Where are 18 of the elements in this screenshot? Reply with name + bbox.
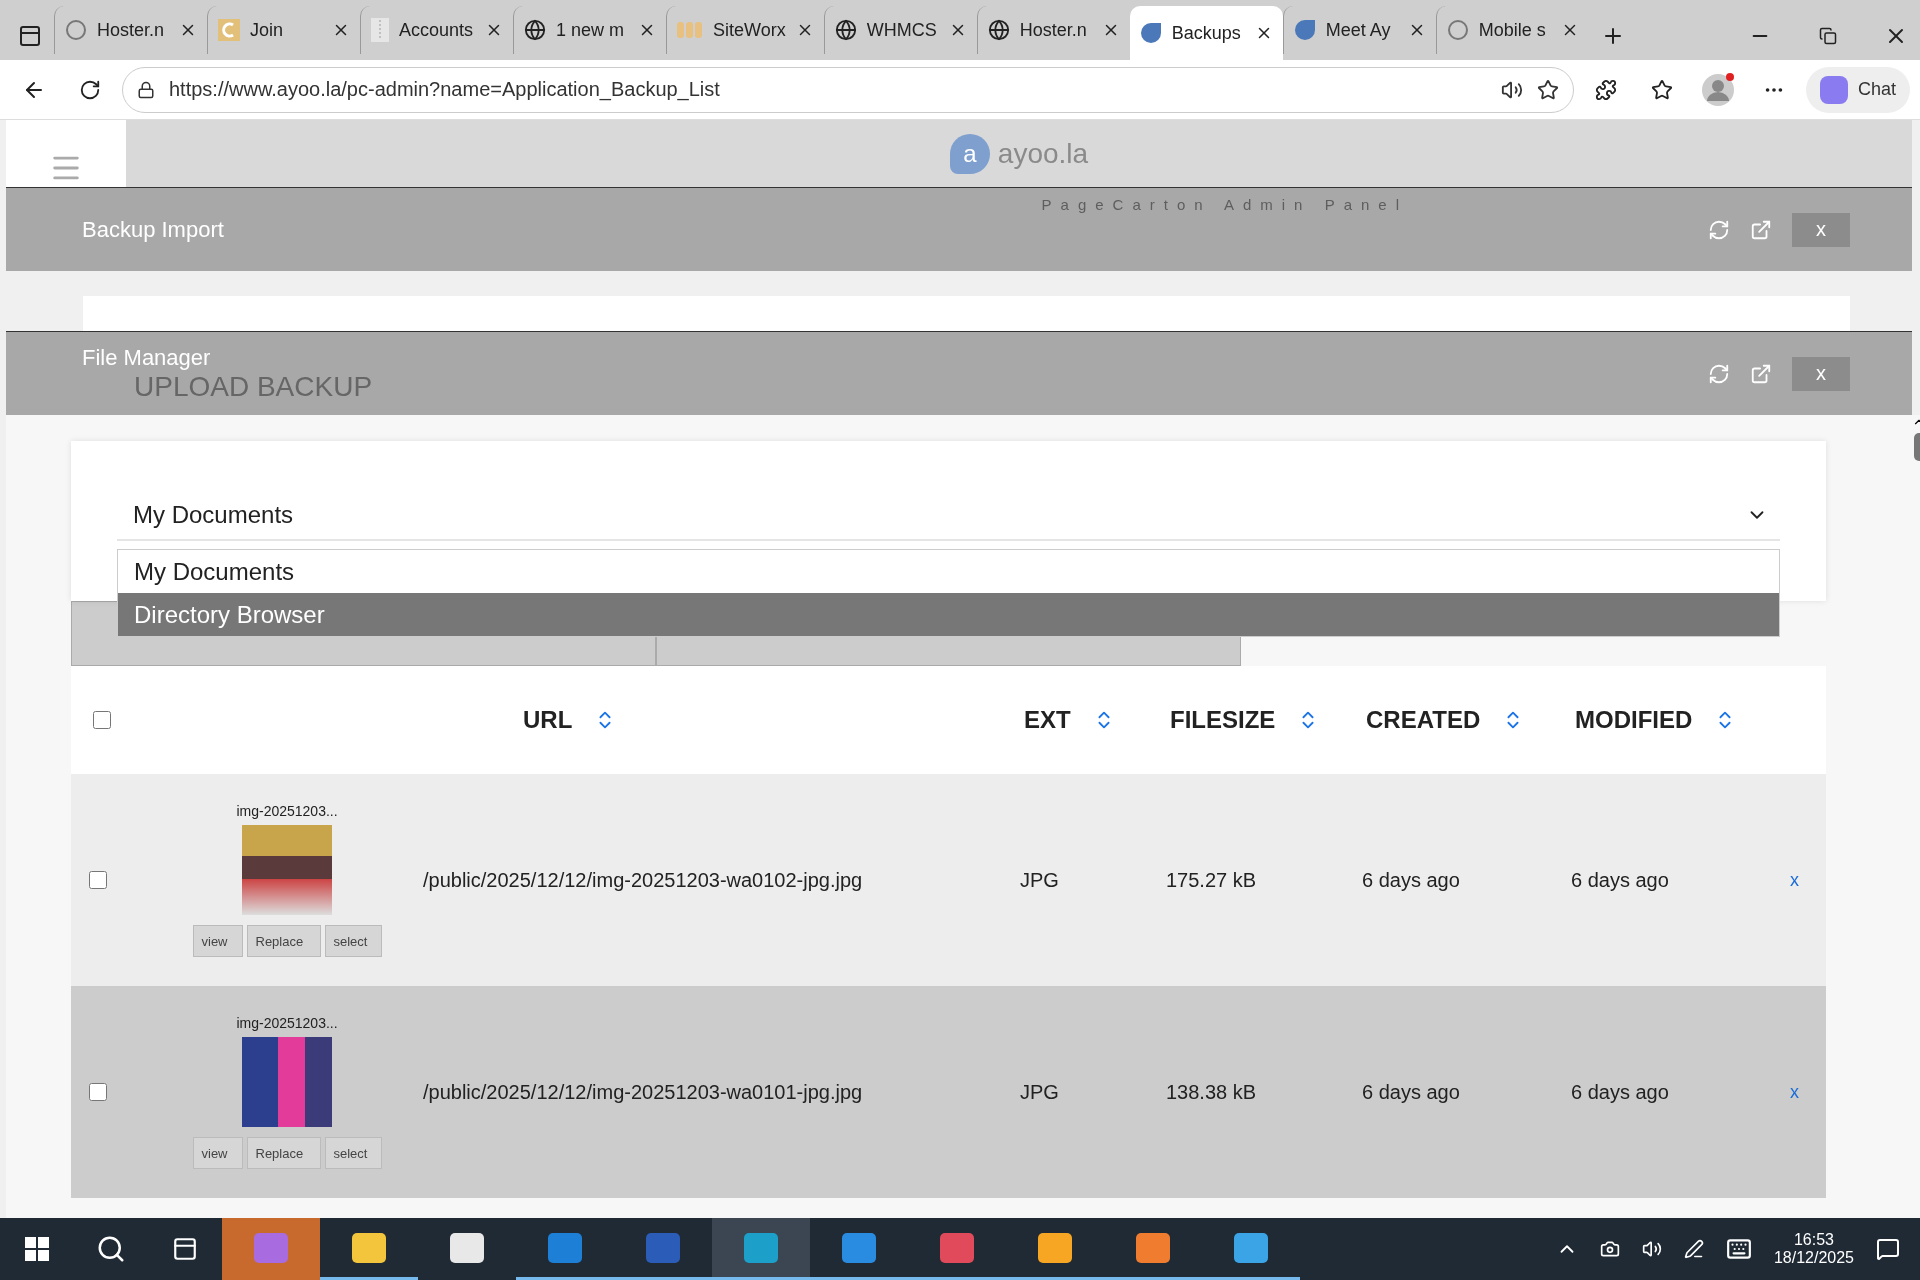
filesize-cell-text: 138.38 kB [1166, 1080, 1258, 1104]
filesize-cell-text: 175.27 kB [1166, 868, 1258, 892]
modified-cell-text: 6 days ago [1571, 1080, 1670, 1104]
admin-subtitle: PageCarton Admin Panel [1041, 196, 1408, 213]
logo-text: ayoo.la [997, 137, 1089, 170]
url-cell-text: /public/2025/12/12/img-20251203-wa0101-jpg.jpg [423, 1080, 864, 1104]
ext-cell-text: JPG [1020, 868, 1060, 892]
file-name: img-20251203... [236, 803, 338, 819]
created-cell-text: 6 days ago [1362, 868, 1461, 892]
url-cell-text: /public/2025/12/12/img-20251203-wa0102-jpg.jpg [423, 868, 864, 892]
panel-title: File Manager [82, 344, 212, 371]
panel-title: Backup Import [82, 216, 225, 243]
created-cell-text: 6 days ago [1362, 1080, 1461, 1104]
file-name: img-20251203... [236, 1015, 338, 1031]
section-heading: UPLOAD BACKUP [134, 370, 374, 403]
logo-mark: a [949, 133, 990, 174]
modified-cell-text: 6 days ago [1571, 868, 1670, 892]
ext-cell-text: JPG [1020, 1080, 1060, 1104]
